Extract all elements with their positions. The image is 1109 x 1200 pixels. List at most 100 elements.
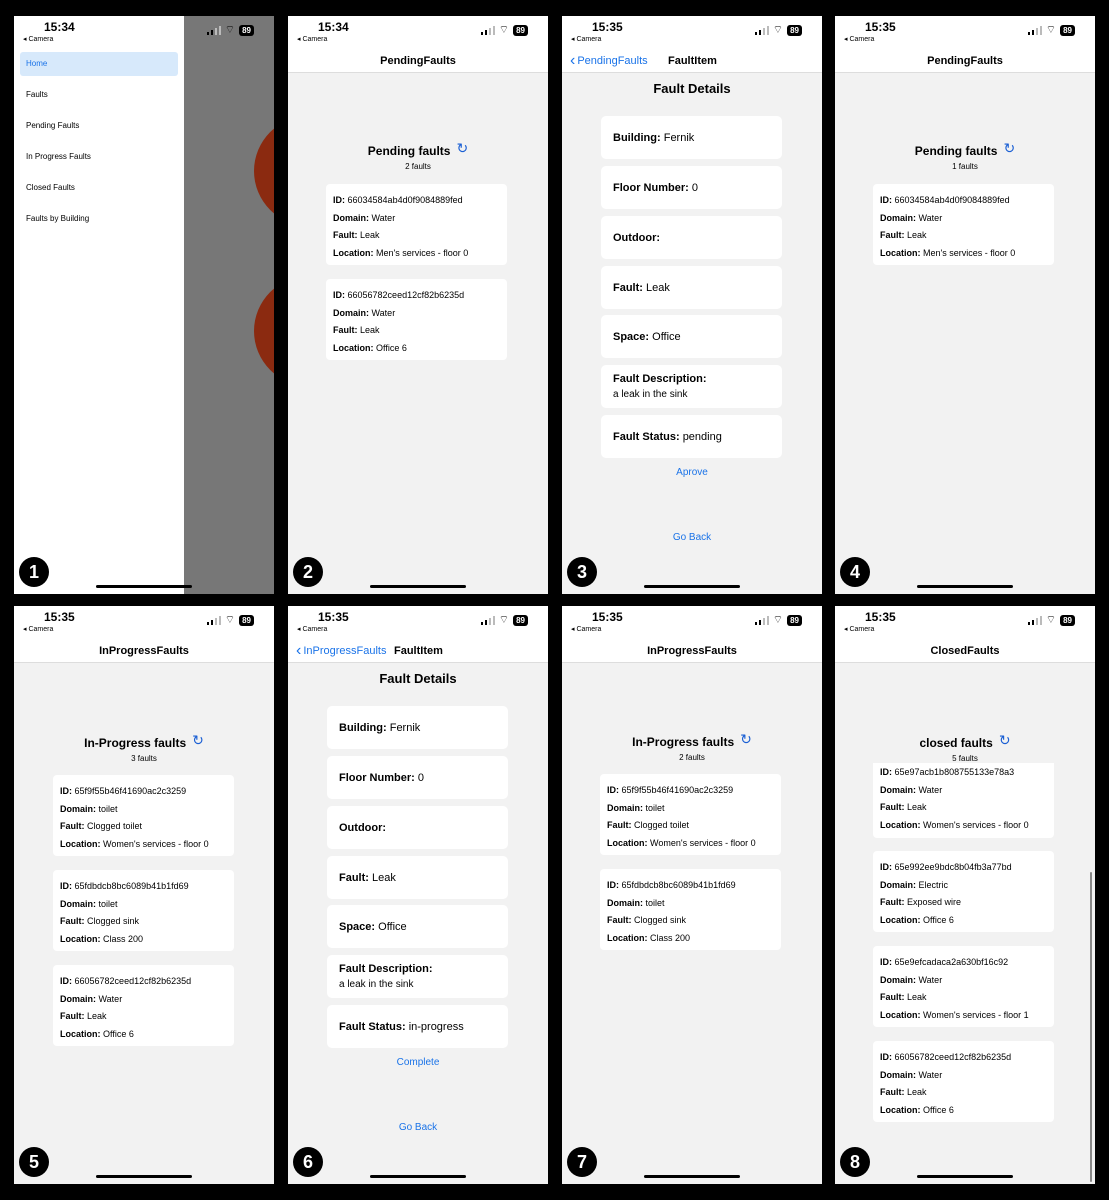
label: Fault Status: [339,1020,406,1033]
home-indicator[interactable] [370,1175,466,1178]
menu-item-faults[interactable]: Faults [20,83,178,107]
status-value: in-progress [408,1020,464,1033]
fault-card[interactable]: ID: 66056782ceed12cf82b6235d Domain: Wat… [326,279,507,360]
label: Location: [880,914,921,925]
battery-icon: 89 [1060,615,1075,626]
fault-count: 2 faults [405,162,431,171]
fault-card[interactable]: ID: 65fdbdcb8bc6089b41b1fd69 Domain: toi… [53,870,234,951]
home-indicator[interactable] [644,585,740,588]
back-to-camera-link[interactable]: ◂ Camera [571,625,601,633]
screen-1: Home Faults Pending Faults In Progress F… [14,16,274,594]
fault-card[interactable]: ID: 65f9f55b46f41690ac2c3259 Domain: toi… [600,774,781,855]
fault-id: 66056782ceed12cf82b6235d [347,290,465,300]
label: Domain: [60,993,96,1004]
fault-card[interactable]: ID: 66056782ceed12cf82b6235d Domain: Wat… [53,965,234,1046]
label: Domain: [60,898,96,909]
battery-icon: 89 [513,615,528,626]
refresh-icon[interactable]: ↻ [456,140,468,157]
fault-card[interactable]: ID: 65e9efcadaca2a630bf16c92 Domain: Wat… [873,946,1054,1027]
fault-value: Leak [646,281,670,294]
menu-item-pending-faults[interactable]: Pending Faults [20,114,178,138]
chart-pie-partial [254,276,274,386]
menu-item-faults-by-building[interactable]: Faults by Building [20,207,178,231]
screen-8: ID: 65e97acb1b808755133e78a3 Domain: Wat… [835,606,1095,1184]
label: Outdoor: [613,231,661,244]
back-to-camera-link[interactable]: ◂ Camera [844,625,874,633]
home-indicator[interactable] [644,1175,740,1178]
step-badge: 2 [293,557,323,587]
refresh-icon[interactable]: ↻ [999,732,1011,749]
fault-type: Clogged toilet [87,821,143,831]
fault-card[interactable]: ID: 66056782ceed12cf82b6235d Domain: Wat… [873,1041,1054,1122]
space-value: Office [378,920,407,933]
nav-title: FaultItem [394,645,443,657]
space-card: Space: Office [327,905,508,948]
fault-type: Leak [907,1087,927,1097]
fault-location: Office 6 [376,342,407,353]
fault-type: Clogged toilet [634,820,690,830]
divider [835,72,1095,73]
list-heading: Pending faults ↻ [835,140,1095,158]
battery-icon: 89 [239,25,254,36]
menu-item-home[interactable]: Home [20,52,178,76]
fault-type-card: Fault: Leak [327,856,508,899]
nav-back-button[interactable]: ‹ InProgressFaults [296,640,386,662]
back-to-camera-link[interactable]: ◂ Camera [23,625,53,633]
label: Location: [333,342,374,353]
fault-location: Class 200 [103,933,144,944]
nav-title: InProgressFaults [647,645,737,657]
label: Domain: [880,879,916,890]
menu-item-in-progress-faults[interactable]: In Progress Faults [20,145,178,169]
status-card: Fault Status: pending [601,415,782,458]
status-icons: ⌔ 89 [754,615,802,626]
wifi-icon: ⌔ [224,614,236,626]
label: Domain: [607,897,643,908]
refresh-icon[interactable]: ↻ [1003,140,1015,157]
wifi-icon: ⌔ [1045,614,1057,626]
back-to-camera-link[interactable]: ◂ Camera [844,35,874,43]
label: Space: [613,330,650,343]
label: Fault: [60,821,85,831]
label: Fault: [880,897,905,907]
scrollbar[interactable] [1090,872,1092,1182]
signal-bars-icon [206,26,221,35]
fault-type: Exposed wire [907,897,962,907]
home-indicator[interactable] [917,1175,1013,1178]
label: ID: [607,880,619,890]
menu-item-closed-faults[interactable]: Closed Faults [20,176,178,200]
label: Building: [339,721,387,734]
go-back-button[interactable]: Go Back [288,1122,548,1133]
fault-location: Women's services - floor 0 [650,837,756,848]
fault-type: Clogged sink [634,915,687,925]
list-heading: In-Progress faults ↻ [562,731,822,749]
fault-type: Leak [907,992,927,1002]
complete-button[interactable]: Complete [288,1057,548,1068]
home-indicator[interactable] [917,585,1013,588]
back-to-camera-link[interactable]: ◂ Camera [297,35,327,43]
refresh-icon[interactable]: ↻ [740,731,752,748]
label: Location: [607,837,648,848]
building-card: Building: Fernik [327,706,508,749]
back-to-camera-link[interactable]: ◂ Camera [571,35,601,43]
back-to-camera-link[interactable]: ◂ Camera [297,625,327,633]
nav-back-button[interactable]: ‹ PendingFaults [570,50,648,72]
fault-card[interactable]: ID: 65e992ee9bdc8b04fb3a77bd Domain: Ele… [873,851,1054,932]
fault-card[interactable]: ID: 66034584ab4d0f9084889fed Domain: Wat… [873,184,1054,265]
fault-card[interactable]: ID: 66034584ab4d0f9084889fed Domain: Wat… [326,184,507,265]
fault-type: Leak [360,230,380,240]
home-indicator[interactable] [96,1175,192,1178]
step-badge: 1 [19,557,49,587]
label: Fault Status: [613,430,680,443]
home-indicator[interactable] [96,585,192,588]
fault-location: Women's services - floor 0 [103,838,209,849]
drawer-overlay[interactable] [184,16,274,594]
home-indicator[interactable] [370,585,466,588]
fault-card[interactable]: ID: 65f9f55b46f41690ac2c3259 Domain: toi… [53,775,234,856]
approve-button[interactable]: Aprove [562,467,822,478]
back-to-camera-link[interactable]: ◂ Camera [23,35,53,43]
go-back-button[interactable]: Go Back [562,532,822,543]
heading-text: In-Progress faults [84,736,187,750]
status-card: Fault Status: in-progress [327,1005,508,1048]
refresh-icon[interactable]: ↻ [192,732,204,749]
fault-card[interactable]: ID: 65fdbdcb8bc6089b41b1fd69 Domain: toi… [600,869,781,950]
